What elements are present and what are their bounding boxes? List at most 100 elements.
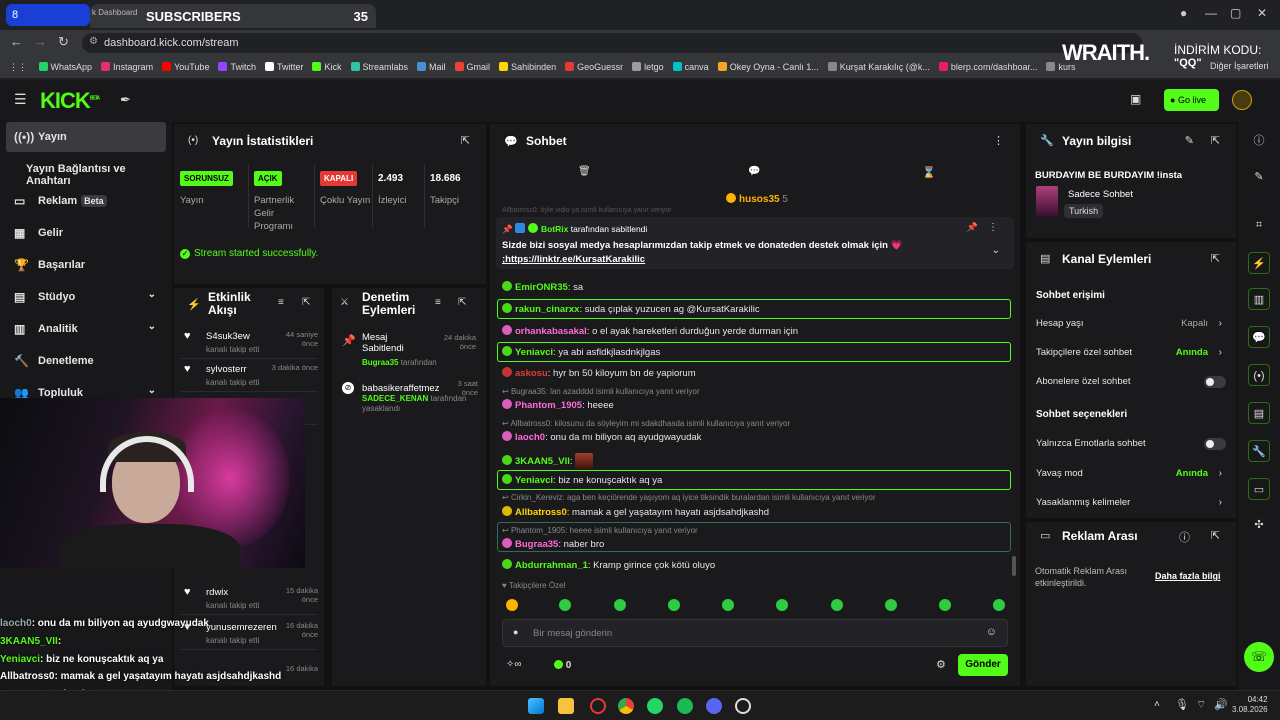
wrench-icon[interactable]: 🔧 — [1248, 440, 1270, 462]
reply-context[interactable]: ↩ Cirkin_Kereviz: aga ben keçiörende yaş… — [502, 493, 876, 502]
chat-username[interactable]: orhankabasakal — [515, 326, 587, 337]
chat-username[interactable]: EmirONR35 — [515, 282, 568, 293]
emote-only-toggle[interactable] — [1204, 438, 1226, 450]
discord-icon[interactable] — [706, 698, 722, 714]
activity-user[interactable]: S4suk3ew — [206, 331, 250, 342]
emote-icon[interactable] — [776, 599, 788, 611]
chat-username[interactable]: laoch0 — [515, 432, 545, 443]
emote-icon[interactable] — [831, 599, 843, 611]
emote-icon[interactable] — [506, 599, 518, 611]
apps-icon[interactable]: ⋮⋮ — [9, 56, 27, 78]
more-icon[interactable]: ⋮ — [993, 134, 1004, 147]
reply-context[interactable]: ↩ Allbatross0: kilosunu da söyleyim mi s… — [502, 419, 790, 428]
bookmark-item[interactable]: Kurşat Karakılıç (@k... — [827, 56, 930, 78]
menu-icon[interactable]: ☰ — [14, 91, 27, 108]
chat-username[interactable]: Allbatross0 — [515, 507, 567, 518]
emote-icon[interactable] — [614, 599, 626, 611]
popout-icon[interactable]: ⇱ — [458, 297, 466, 308]
sidebar-item-yayin[interactable]: ((•)) Yayın — [6, 122, 166, 152]
chat-scrollbar[interactable] — [1012, 556, 1016, 576]
filter-icon[interactable]: ≡ — [278, 297, 284, 308]
broadcast-icon[interactable]: (•) — [1248, 364, 1270, 386]
chevron-down-icon[interactable]: ⌄ — [992, 245, 1000, 256]
gift-leader[interactable]: husos35 5 — [726, 193, 788, 205]
ad-icon[interactable]: ▭ — [1248, 478, 1270, 500]
extension-icon[interactable]: ● — [1180, 6, 1187, 20]
pinned-link[interactable]: ;https://linktr.ee/KursatKarakilic — [502, 254, 645, 265]
send-button[interactable]: Gönder — [958, 654, 1008, 676]
modlog-by[interactable]: SADECE_KENAN — [362, 394, 428, 403]
trash-icon[interactable]: 🗑 — [578, 166, 591, 177]
whatsapp-icon[interactable] — [647, 698, 663, 714]
bookmark-item[interactable]: Twitch — [218, 56, 256, 78]
modlog-by[interactable]: Bugraa35 — [362, 358, 398, 367]
popout-icon[interactable]: ⇱ — [1211, 252, 1220, 265]
filter-icon[interactable]: ≡ — [435, 297, 441, 308]
category-name[interactable]: Sadece Sohbet — [1068, 189, 1133, 200]
emote-icon[interactable] — [668, 599, 680, 611]
emote-icon[interactable] — [993, 599, 1005, 611]
emoji-icon[interactable]: ☺ — [986, 626, 997, 638]
info-icon[interactable]: ⓘ — [1248, 130, 1270, 152]
opera-icon[interactable] — [590, 698, 606, 714]
chat-input[interactable]: ● Bir mesaj gönderin ☺ — [502, 619, 1008, 647]
bookmark-item[interactable]: Mail — [417, 56, 446, 78]
volume-icon[interactable]: 🔊 — [1214, 698, 1228, 711]
tab-dashboard[interactable]: k Dashboard SUBSCRIBERS 35 — [90, 4, 376, 28]
bookmark-item[interactable]: Streamlabs — [350, 56, 408, 78]
lightning-icon[interactable]: ⚡ — [1248, 252, 1270, 274]
spotify-icon[interactable] — [677, 698, 693, 714]
hesap-yasi-row[interactable]: Hesap yaşı Kapalı › — [1036, 318, 1222, 329]
chat-username[interactable]: 3KAAN5_Vll — [515, 456, 570, 467]
sidebar-item-reklam[interactable]: ▭ Reklam Beta — [6, 186, 166, 216]
popout-icon[interactable]: ⇱ — [302, 297, 310, 308]
chat-username[interactable]: rakun_cinarxx — [515, 304, 579, 315]
sidebar-item-denetleme[interactable]: 🔨 Denetleme — [6, 346, 166, 376]
hourglass-icon[interactable]: ⌛ — [922, 166, 936, 179]
avatar[interactable] — [1232, 90, 1252, 110]
tab-subscribers-widget[interactable]: 8 — [6, 4, 90, 26]
edit-icon[interactable]: ✎ — [1248, 166, 1270, 188]
points-icon[interactable]: ✧∞ — [506, 659, 522, 670]
bookmark-item[interactable]: letgo — [632, 56, 664, 78]
emote-icon[interactable] — [885, 599, 897, 611]
kick-logo[interactable]: KICKBETA — [40, 88, 100, 114]
followers-only-row[interactable]: Takipçilere özel sohbet Anında › — [1036, 347, 1222, 358]
bookmark-item[interactable]: canva — [672, 56, 709, 78]
pin-icon[interactable]: ✒ — [120, 92, 131, 108]
subscribers-only-toggle[interactable] — [1204, 376, 1226, 388]
learn-more-link[interactable]: Daha fazla bilgi — [1155, 571, 1221, 581]
file-explorer-icon[interactable] — [558, 698, 574, 714]
bookmark-item[interactable]: Twitter — [264, 56, 303, 78]
chat-username[interactable]: askosu — [515, 368, 548, 379]
chat-icon[interactable]: 💬 — [1248, 326, 1270, 348]
emote-icon[interactable] — [939, 599, 951, 611]
maximize-icon[interactable]: ▢ — [1230, 6, 1241, 20]
widgets-icon[interactable]: ✣ — [1248, 514, 1270, 536]
microphone-icon[interactable]: 🎙 — [1175, 698, 1189, 711]
close-icon[interactable]: ✕ — [1257, 6, 1267, 20]
sidebar-item-basarilar[interactable]: 🏆 Başarılar — [6, 250, 166, 280]
bookmark-item[interactable]: Instagram — [101, 56, 153, 78]
popout-icon[interactable]: ⇱ — [1211, 529, 1220, 542]
bookmark-item[interactable]: WhatsApp — [38, 56, 92, 78]
popout-icon[interactable]: ⇱ — [461, 134, 470, 147]
emote-icon[interactable] — [722, 599, 734, 611]
sidebar-item-studyo[interactable]: ▤ Stüdyo ⌄ — [6, 282, 166, 312]
forward-icon[interactable]: → — [34, 34, 47, 49]
clock[interactable]: 04:42 3.08.2026 — [1232, 695, 1268, 715]
wifi-icon[interactable]: ⌔ — [1196, 698, 1206, 712]
crop-icon[interactable]: ⌗ — [1248, 214, 1270, 236]
bookmark-item[interactable]: Sahibinden — [499, 56, 556, 78]
theater-icon[interactable]: ▣ — [1130, 92, 1141, 106]
chat-username[interactable]: Bugraa35 — [515, 539, 558, 550]
url-field[interactable]: ⚙ dashboard.kick.com/stream — [82, 33, 1142, 53]
unpin-icon[interactable]: 📌 — [967, 222, 978, 233]
bookmark-item[interactable]: Gmail — [454, 56, 490, 78]
actions-icon[interactable]: ▤ — [1248, 402, 1270, 424]
bookmark-item[interactable]: Kick — [312, 56, 342, 78]
more-icon[interactable]: ⋮ — [988, 222, 998, 233]
bookmark-item[interactable]: blerp.com/dashboar... — [938, 56, 1037, 78]
slow-mode-row[interactable]: Yavaş mod Anında › — [1036, 468, 1222, 479]
list-icon[interactable]: ▥ — [1248, 288, 1270, 310]
